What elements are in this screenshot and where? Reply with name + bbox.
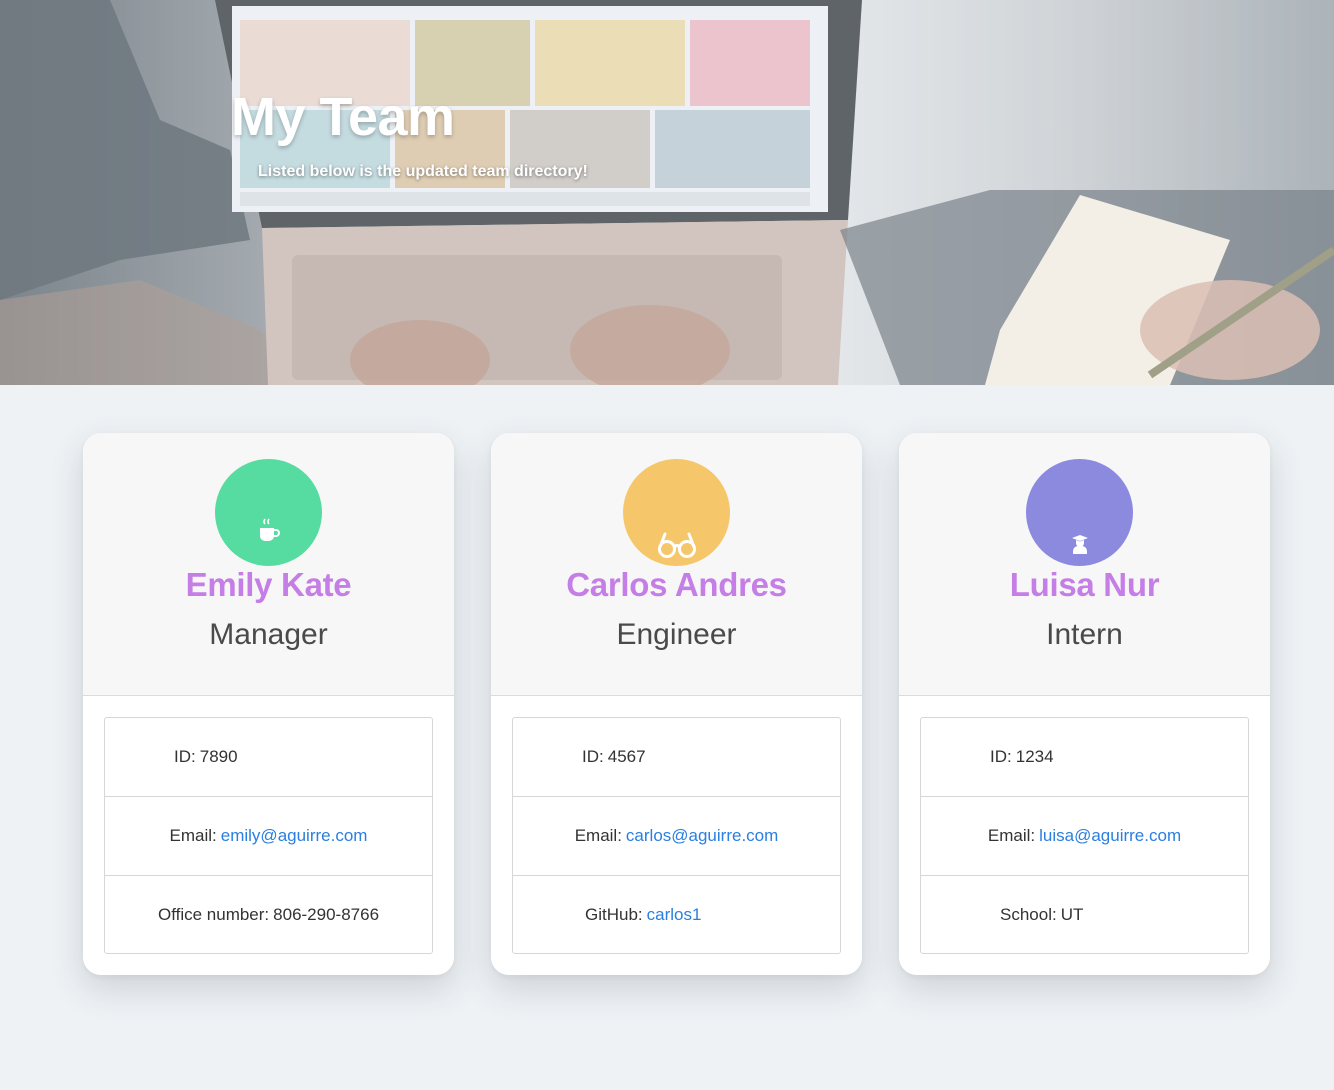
email-link[interactable]: luisa@aguirre.com — [1039, 826, 1181, 846]
office-number-label: Office number: — [157, 905, 270, 924]
email-label: Email: — [169, 826, 217, 845]
office-number-value: 806-290-8766 — [273, 905, 380, 924]
details-list: ID: 7890 Email: emily@aguirre.com Office… — [104, 717, 433, 954]
id-row: ID: 7890 — [105, 718, 432, 797]
employee-card-intern: Luisa Nur Intern ID: 1234 Email: luisa@a… — [899, 433, 1270, 975]
details-list: ID: 1234 Email: luisa@aguirre.com School… — [920, 717, 1249, 954]
avatar — [215, 459, 322, 566]
id-row: ID: 4567 — [513, 718, 840, 797]
hero-banner: My Team Listed below is the updated team… — [0, 0, 1334, 385]
email-link[interactable]: carlos@aguirre.com — [626, 826, 778, 846]
graduate-icon — [1071, 535, 1088, 554]
card-header: Emily Kate Manager — [83, 433, 454, 696]
id-value: 7890 — [199, 747, 238, 766]
id-value: 4567 — [607, 747, 646, 766]
card-header: Carlos Andres Engineer — [491, 433, 862, 696]
id-label: ID: — [174, 747, 196, 766]
avatar — [1026, 459, 1133, 566]
email-link[interactable]: emily@aguirre.com — [221, 826, 368, 846]
employee-role: Manager — [209, 618, 328, 651]
employee-name: Carlos Andres — [566, 566, 787, 603]
email-label: Email: — [987, 826, 1036, 845]
email-row: Email: luisa@aguirre.com — [921, 797, 1248, 876]
page-title: My Team — [231, 87, 455, 147]
email-row: Email: carlos@aguirre.com — [513, 797, 840, 876]
github-link[interactable]: carlos1 — [647, 905, 702, 925]
glasses-icon — [657, 532, 696, 558]
employee-name: Emily Kate — [185, 566, 352, 603]
id-value: 1234 — [1015, 747, 1054, 766]
card-body: ID: 1234 Email: luisa@aguirre.com School… — [899, 696, 1270, 975]
id-row: ID: 1234 — [921, 718, 1248, 797]
employee-card-engineer: Carlos Andres Engineer ID: 4567 Email: c… — [491, 433, 862, 975]
card-body: ID: 7890 Email: emily@aguirre.com Office… — [83, 696, 454, 975]
card-body: ID: 4567 Email: carlos@aguirre.com GitHu… — [491, 696, 862, 975]
coffee-cup-icon — [259, 518, 280, 541]
employee-role: Intern — [1046, 618, 1123, 651]
school-label: School: — [1000, 905, 1057, 924]
hero-overlay — [0, 0, 1334, 385]
school-value: UT — [1060, 905, 1084, 924]
employee-role: Engineer — [616, 618, 737, 651]
page-subtitle: Listed below is the updated team directo… — [258, 163, 588, 180]
employee-card-manager: Emily Kate Manager ID: 7890 Email: emily… — [83, 433, 454, 975]
details-list: ID: 4567 Email: carlos@aguirre.com GitHu… — [512, 717, 841, 954]
employee-name: Luisa Nur — [1009, 566, 1160, 603]
office-number-row: Office number: 806-290-8766 — [105, 876, 432, 954]
email-label: Email: — [574, 826, 622, 845]
avatar — [623, 459, 730, 566]
github-label: GitHub: — [585, 905, 643, 924]
github-row: GitHub: carlos1 — [513, 876, 840, 954]
school-row: School: UT — [921, 876, 1248, 954]
email-row: Email: emily@aguirre.com — [105, 797, 432, 876]
card-header: Luisa Nur Intern — [899, 433, 1270, 696]
id-label: ID: — [582, 747, 604, 766]
id-label: ID: — [990, 747, 1012, 766]
team-cards: Emily Kate Manager ID: 7890 Email: emily… — [0, 385, 1334, 1090]
